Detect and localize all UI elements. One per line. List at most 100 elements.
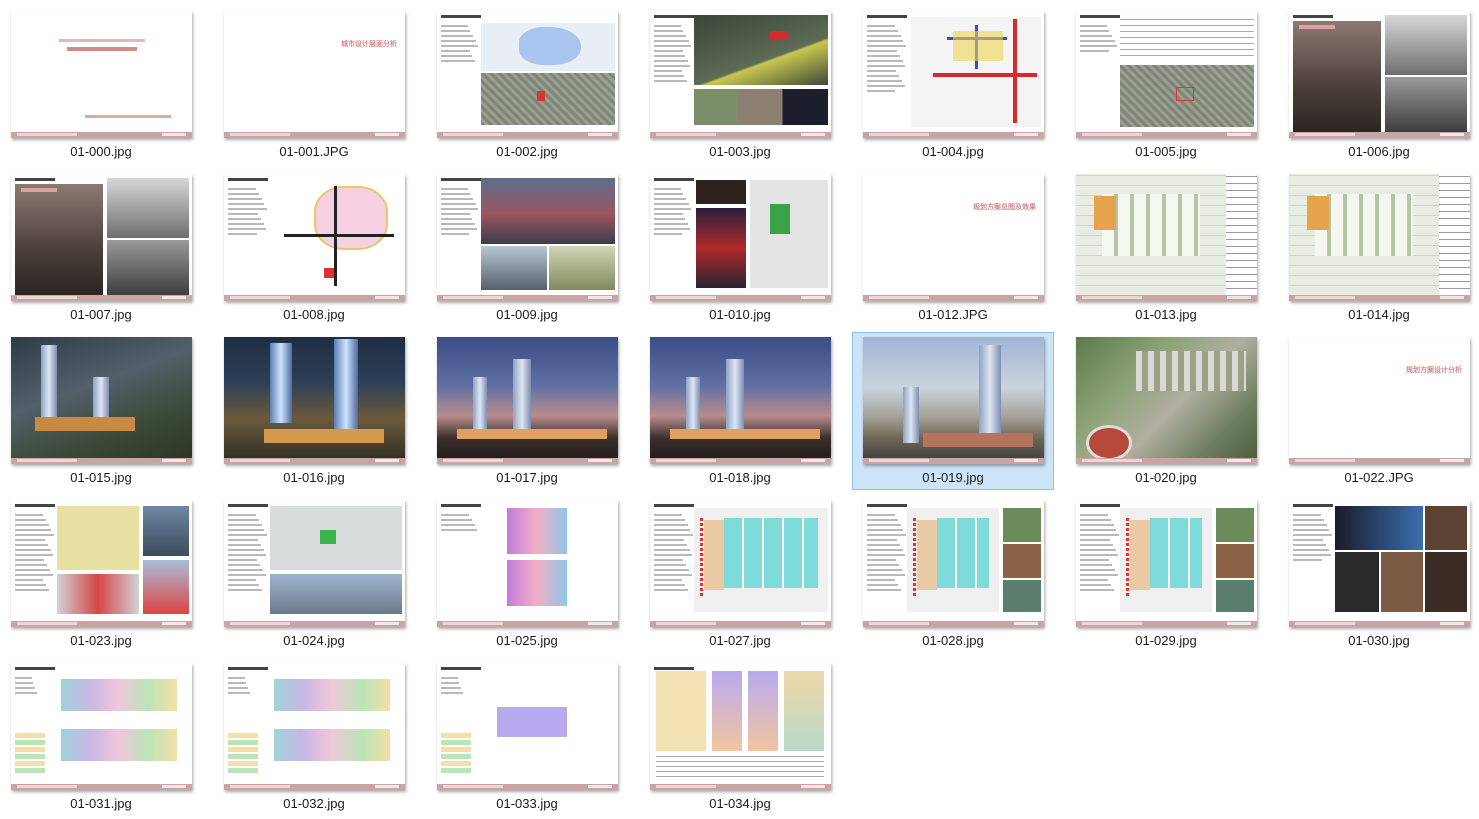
file-item[interactable]: 规划方案总图及效果 01-012.JPG: [852, 169, 1054, 327]
file-name: 01-020.jpg: [1135, 470, 1197, 485]
diagram-road: [284, 234, 394, 237]
file-item[interactable]: 01-023.jpg: [0, 495, 202, 653]
file-item[interactable]: 01-033.jpg: [426, 658, 628, 816]
slide-text-line: [654, 45, 692, 47]
podium: [923, 433, 1033, 447]
slide-footer-text: [17, 622, 77, 625]
render-small: [270, 574, 402, 614]
slide-heading: [441, 504, 481, 507]
file-name: 01-030.jpg: [1348, 633, 1410, 648]
slide-text-line: [228, 223, 264, 225]
slide-text-line: [867, 524, 901, 526]
tower: [979, 345, 1001, 441]
slide-text-line: [441, 529, 478, 531]
slide-text-line: [654, 559, 684, 561]
file-item[interactable]: 01-019.jpg: [852, 332, 1054, 490]
file-item[interactable]: 01-016.jpg: [213, 332, 415, 490]
slide-text-line: [867, 579, 896, 581]
site-marker: [537, 91, 545, 101]
slide-footer: [224, 132, 405, 138]
file-thumbnail: [224, 500, 405, 627]
file-item[interactable]: 01-006.jpg: [1278, 6, 1479, 164]
site-buildings: [1315, 194, 1413, 256]
slide-text-line: [15, 554, 54, 556]
cover-title-line: [67, 47, 137, 51]
slide-text-line: [654, 233, 682, 235]
slide-footer: [650, 295, 831, 301]
file-thumbnail: [1076, 500, 1257, 627]
file-item[interactable]: 01-004.jpg: [852, 6, 1054, 164]
slide-text-line: [15, 677, 32, 679]
slide-text-line: [654, 519, 685, 521]
slide-footer-logo: [801, 785, 825, 788]
bw-photo: [1385, 77, 1467, 133]
file-name: 01-024.jpg: [283, 633, 345, 648]
file-item[interactable]: 01-034.jpg: [639, 658, 841, 816]
file-item[interactable]: 01-024.jpg: [213, 495, 415, 653]
slide-text-line: [228, 579, 257, 581]
model-highlight: [770, 31, 788, 39]
slide-text-block: [867, 514, 907, 594]
slide-text-line: [654, 579, 683, 581]
file-item[interactable]: 01-030.jpg: [1278, 495, 1479, 653]
mall-photo: [1335, 506, 1423, 550]
file-item[interactable]: 01-010.jpg: [639, 169, 841, 327]
file-item[interactable]: 01-008.jpg: [213, 169, 415, 327]
file-item[interactable]: 01-002.jpg: [426, 6, 628, 164]
file-item[interactable]: 01-000.jpg: [0, 6, 202, 164]
slide-text-line: [867, 35, 901, 37]
slide-text-line: [228, 198, 262, 200]
slide-footer-text: [656, 622, 716, 625]
slide-text-line: [1080, 544, 1113, 546]
floor-plan: [61, 729, 177, 761]
slide-text-line: [654, 589, 688, 591]
model-render: [694, 15, 828, 85]
file-thumbnail: [11, 337, 192, 464]
file-item[interactable]: 01-005.jpg: [1065, 6, 1267, 164]
slide-text-line: [441, 203, 476, 205]
slide-footer-text: [17, 296, 77, 299]
file-item[interactable]: 01-007.jpg: [0, 169, 202, 327]
file-item[interactable]: 01-015.jpg: [0, 332, 202, 490]
file-item[interactable]: 规划方案设计分析 01-022.JPG: [1278, 332, 1479, 490]
file-item[interactable]: 01-032.jpg: [213, 658, 415, 816]
file-item[interactable]: 01-014.jpg: [1278, 169, 1479, 327]
slide-text-line: [15, 559, 45, 561]
file-item[interactable]: 01-003.jpg: [639, 6, 841, 164]
file-name: 01-031.jpg: [70, 796, 132, 811]
slide-text-line: [867, 65, 906, 67]
legend: [441, 733, 471, 773]
file-name: 01-029.jpg: [1135, 633, 1197, 648]
file-item[interactable]: 01-009.jpg: [426, 169, 628, 327]
file-item[interactable]: 01-031.jpg: [0, 658, 202, 816]
slide-text-line: [654, 569, 689, 571]
file-item[interactable]: 01-029.jpg: [1065, 495, 1267, 653]
file-item[interactable]: 01-013.jpg: [1065, 169, 1267, 327]
slide-text-line: [654, 524, 688, 526]
file-item[interactable]: 01-020.jpg: [1065, 332, 1267, 490]
slide-footer: [437, 132, 618, 138]
slide-text-line: [441, 60, 475, 62]
slide-text-line: [654, 544, 687, 546]
analysis-plan: [57, 506, 139, 570]
slide-text-line: [1080, 25, 1107, 27]
slide-footer-text: [656, 296, 716, 299]
file-item[interactable]: 01-017.jpg: [426, 332, 628, 490]
title-block: [1439, 174, 1470, 295]
slide-text-line: [15, 549, 51, 551]
slide-text-line: [1293, 534, 1333, 536]
slide-text-line: [228, 203, 265, 205]
slide-footer-logo: [1440, 296, 1464, 299]
file-item[interactable]: 01-018.jpg: [639, 332, 841, 490]
file-item[interactable]: 城市设计层面分析 01-001.JPG: [213, 6, 415, 164]
slide-text-line: [867, 80, 902, 82]
file-item[interactable]: 01-025.jpg: [426, 495, 628, 653]
file-item[interactable]: 01-027.jpg: [639, 495, 841, 653]
slide-text-line: [228, 549, 264, 551]
slide-footer-logo: [162, 622, 186, 625]
slide-heading: [1080, 15, 1120, 18]
slide-footer: [11, 784, 192, 790]
slide-text-line: [867, 60, 903, 62]
file-item[interactable]: 01-028.jpg: [852, 495, 1054, 653]
slide-text-line: [228, 564, 260, 566]
